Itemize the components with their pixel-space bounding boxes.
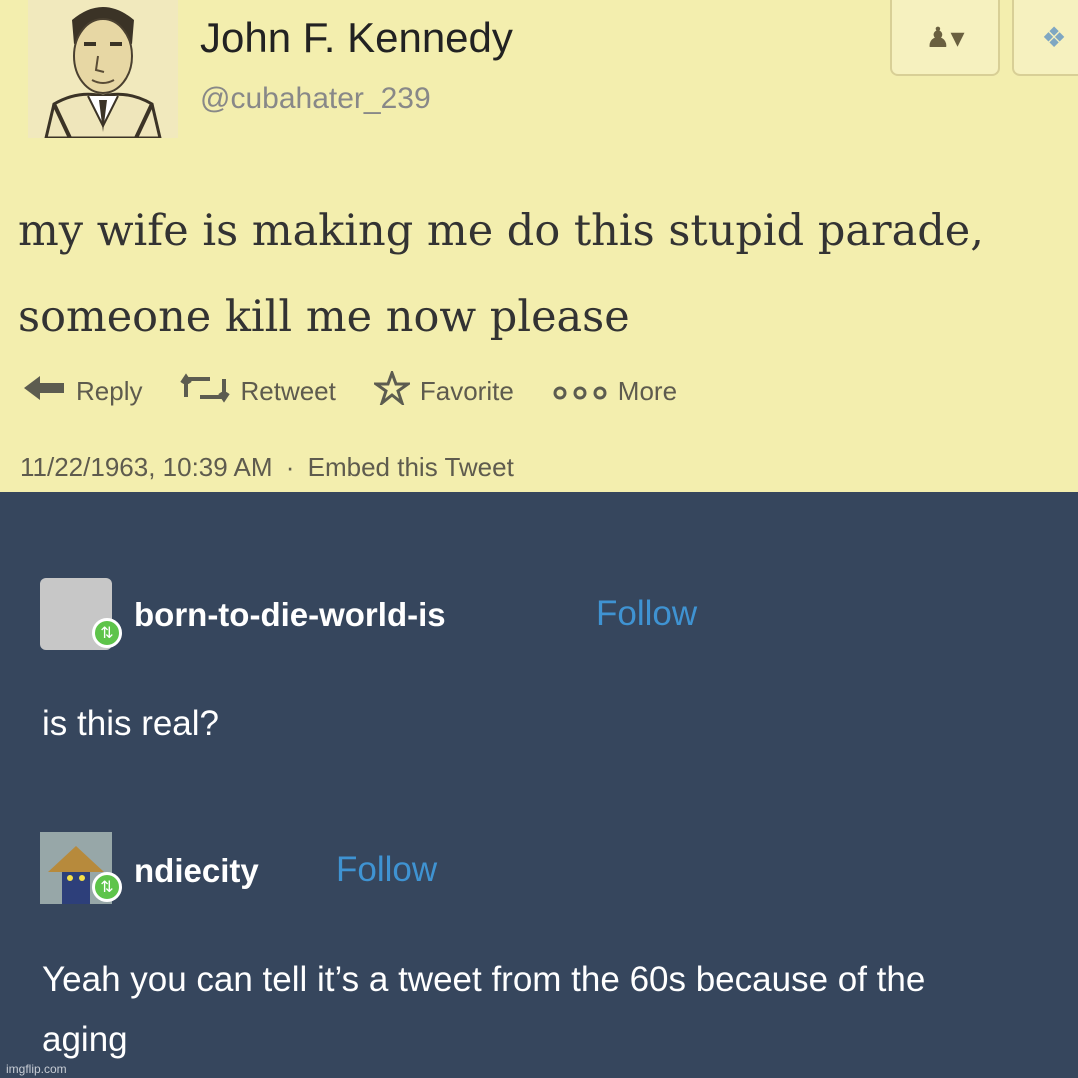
tweet-actions: Reply Retweet Favorite More [22, 366, 715, 416]
reply-label: Reply [76, 375, 143, 406]
embed-tweet-link[interactable]: Embed this Tweet [308, 452, 514, 482]
follow-menu-button[interactable]: ♟▾ [890, 0, 1000, 76]
tweet-meta: 11/22/1963, 10:39 AM · Embed this Tweet [20, 452, 514, 483]
reblog-comment: is this real? [42, 704, 220, 743]
follow-link[interactable]: Follow [336, 850, 437, 890]
tweet-card: John F. Kennedy @cubahater_239 ♟▾ ❖ my w… [0, 0, 1078, 492]
reblog-avatar[interactable]: ⇅ [40, 578, 122, 650]
reblog-comment: Yeah you can tell it’s a tweet from the … [42, 960, 926, 1059]
favorite-action[interactable]: Favorite [371, 368, 514, 412]
reblog-username[interactable]: born-to-die-world-is [134, 596, 446, 634]
twitter-bird-icon: ❖ [1041, 21, 1067, 53]
follow-link[interactable]: Follow [596, 594, 697, 634]
retweet-label: Retweet [240, 375, 336, 406]
reblog-avatar[interactable]: ⇅ [40, 832, 122, 904]
meta-separator: · [285, 452, 295, 482]
reblog-icon: ⇅ [92, 618, 122, 648]
reblog-username[interactable]: ndiecity [134, 852, 259, 890]
retweet-action[interactable]: Retweet [180, 372, 336, 410]
watermark: imgflip.com [6, 1062, 67, 1076]
follow-person-icon: ♟▾ [925, 21, 965, 53]
more-action[interactable]: More [552, 376, 677, 407]
star-icon [371, 368, 413, 412]
favorite-label: Favorite [419, 375, 514, 406]
reply-arrow-icon [22, 374, 66, 409]
tweet-author-name[interactable]: John F. Kennedy [200, 14, 513, 62]
more-label: More [617, 375, 678, 406]
more-dots-icon [552, 376, 608, 407]
tweet-author-handle[interactable]: @cubahater_239 [200, 82, 431, 116]
profile-avatar[interactable] [28, 0, 178, 138]
tweet-timestamp[interactable]: 11/22/1963, 10:39 AM [20, 452, 273, 482]
reblog-icon: ⇅ [92, 872, 122, 902]
tumblr-dashboard: ⇅ born-to-die-world-is Follow is this re… [0, 492, 1078, 1078]
reply-action[interactable]: Reply [22, 374, 142, 409]
retweet-icon [180, 372, 231, 410]
twitter-button[interactable]: ❖ [1012, 0, 1078, 76]
tweet-text: my wife is making me do this stupid para… [18, 206, 984, 342]
